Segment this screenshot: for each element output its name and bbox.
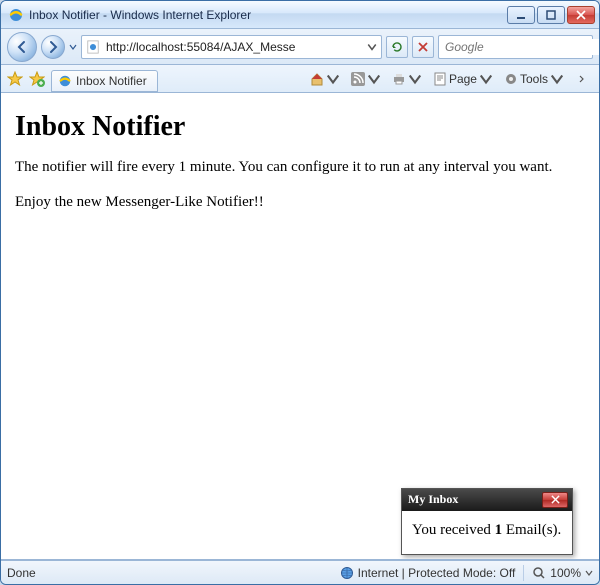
maximize-button[interactable] bbox=[537, 6, 565, 24]
notifier-suffix: Email(s). bbox=[502, 522, 561, 538]
notifier-close-button[interactable] bbox=[542, 492, 568, 508]
rss-icon bbox=[351, 72, 365, 86]
titlebar: Inbox Notifier - Windows Internet Explor… bbox=[1, 1, 599, 29]
zoom-value: 100% bbox=[550, 566, 581, 580]
tools-menu[interactable]: Tools bbox=[500, 68, 568, 90]
printer-icon bbox=[392, 72, 406, 86]
zoom-icon bbox=[532, 566, 546, 580]
home-icon bbox=[310, 72, 324, 86]
status-state: Done bbox=[7, 566, 36, 580]
feeds-button[interactable] bbox=[347, 68, 385, 90]
minimize-button[interactable] bbox=[507, 6, 535, 24]
close-icon bbox=[551, 495, 560, 504]
tools-overflow[interactable] bbox=[571, 68, 593, 90]
page-label: Page bbox=[449, 72, 477, 86]
notifier-count: 1 bbox=[495, 522, 503, 538]
refresh-button[interactable] bbox=[386, 36, 408, 58]
home-button[interactable] bbox=[306, 68, 344, 90]
ie-window: Inbox Notifier - Windows Internet Explor… bbox=[0, 0, 600, 585]
chevron-down-icon bbox=[408, 72, 422, 86]
chevron-down-icon bbox=[585, 569, 593, 577]
page-icon bbox=[86, 40, 100, 54]
nav-row bbox=[1, 29, 599, 65]
notifier-body: You received 1 Email(s). bbox=[402, 511, 572, 555]
page-heading: Inbox Notifier bbox=[15, 111, 585, 143]
page-text-1: The notifier will fire every 1 minute. Y… bbox=[15, 159, 585, 176]
globe-icon bbox=[340, 566, 354, 580]
tools-label: Tools bbox=[520, 72, 548, 86]
gear-icon bbox=[504, 72, 518, 86]
window-title: Inbox Notifier - Windows Internet Explor… bbox=[29, 8, 507, 22]
status-zone-text: Internet | Protected Mode: Off bbox=[358, 566, 516, 580]
address-dropdown-icon[interactable] bbox=[367, 42, 377, 52]
page-text-2: Enjoy the new Messenger-Like Notifier!! bbox=[15, 194, 585, 211]
status-state-text: Done bbox=[7, 566, 36, 580]
close-button[interactable] bbox=[567, 6, 595, 24]
ie-icon bbox=[8, 7, 24, 23]
page-menu[interactable]: Page bbox=[429, 68, 497, 90]
chevron-down-icon bbox=[367, 72, 381, 86]
forward-button[interactable] bbox=[41, 35, 65, 59]
notifier-title-text: My Inbox bbox=[406, 492, 542, 507]
chevron-down-icon bbox=[326, 72, 340, 86]
search-box[interactable] bbox=[438, 35, 593, 59]
status-bar: Done Internet | Protected Mode: Off 100% bbox=[1, 560, 599, 584]
chevron-down-icon bbox=[550, 72, 564, 86]
tab-label: Inbox Notifier bbox=[76, 74, 147, 88]
print-button[interactable] bbox=[388, 68, 426, 90]
add-favorite-icon[interactable] bbox=[29, 71, 45, 87]
url-input[interactable] bbox=[104, 38, 363, 56]
status-sep bbox=[523, 565, 524, 581]
fav-row: Inbox Notifier Page Tools bbox=[1, 65, 599, 93]
zoom-control[interactable]: 100% bbox=[532, 566, 593, 580]
status-zone: Internet | Protected Mode: Off bbox=[340, 566, 516, 580]
window-buttons bbox=[507, 6, 595, 24]
back-button[interactable] bbox=[7, 32, 37, 62]
ie-icon bbox=[58, 74, 72, 88]
notifier-titlebar[interactable]: My Inbox bbox=[402, 489, 572, 511]
page-icon bbox=[433, 72, 447, 86]
tab[interactable]: Inbox Notifier bbox=[51, 70, 158, 92]
nav-history-dropdown[interactable] bbox=[69, 43, 77, 51]
command-bar: Page Tools bbox=[306, 68, 593, 90]
favorites-icon[interactable] bbox=[7, 71, 23, 87]
notifier-popup: My Inbox You received 1 Email(s). bbox=[401, 488, 573, 556]
content-area: Inbox Notifier The notifier will fire ev… bbox=[1, 93, 599, 560]
stop-button[interactable] bbox=[412, 36, 434, 58]
address-bar[interactable] bbox=[81, 35, 382, 59]
notifier-prefix: You received bbox=[412, 522, 495, 538]
chevron-right-icon bbox=[575, 72, 589, 86]
search-input[interactable] bbox=[443, 39, 600, 55]
chevron-down-icon bbox=[479, 72, 493, 86]
